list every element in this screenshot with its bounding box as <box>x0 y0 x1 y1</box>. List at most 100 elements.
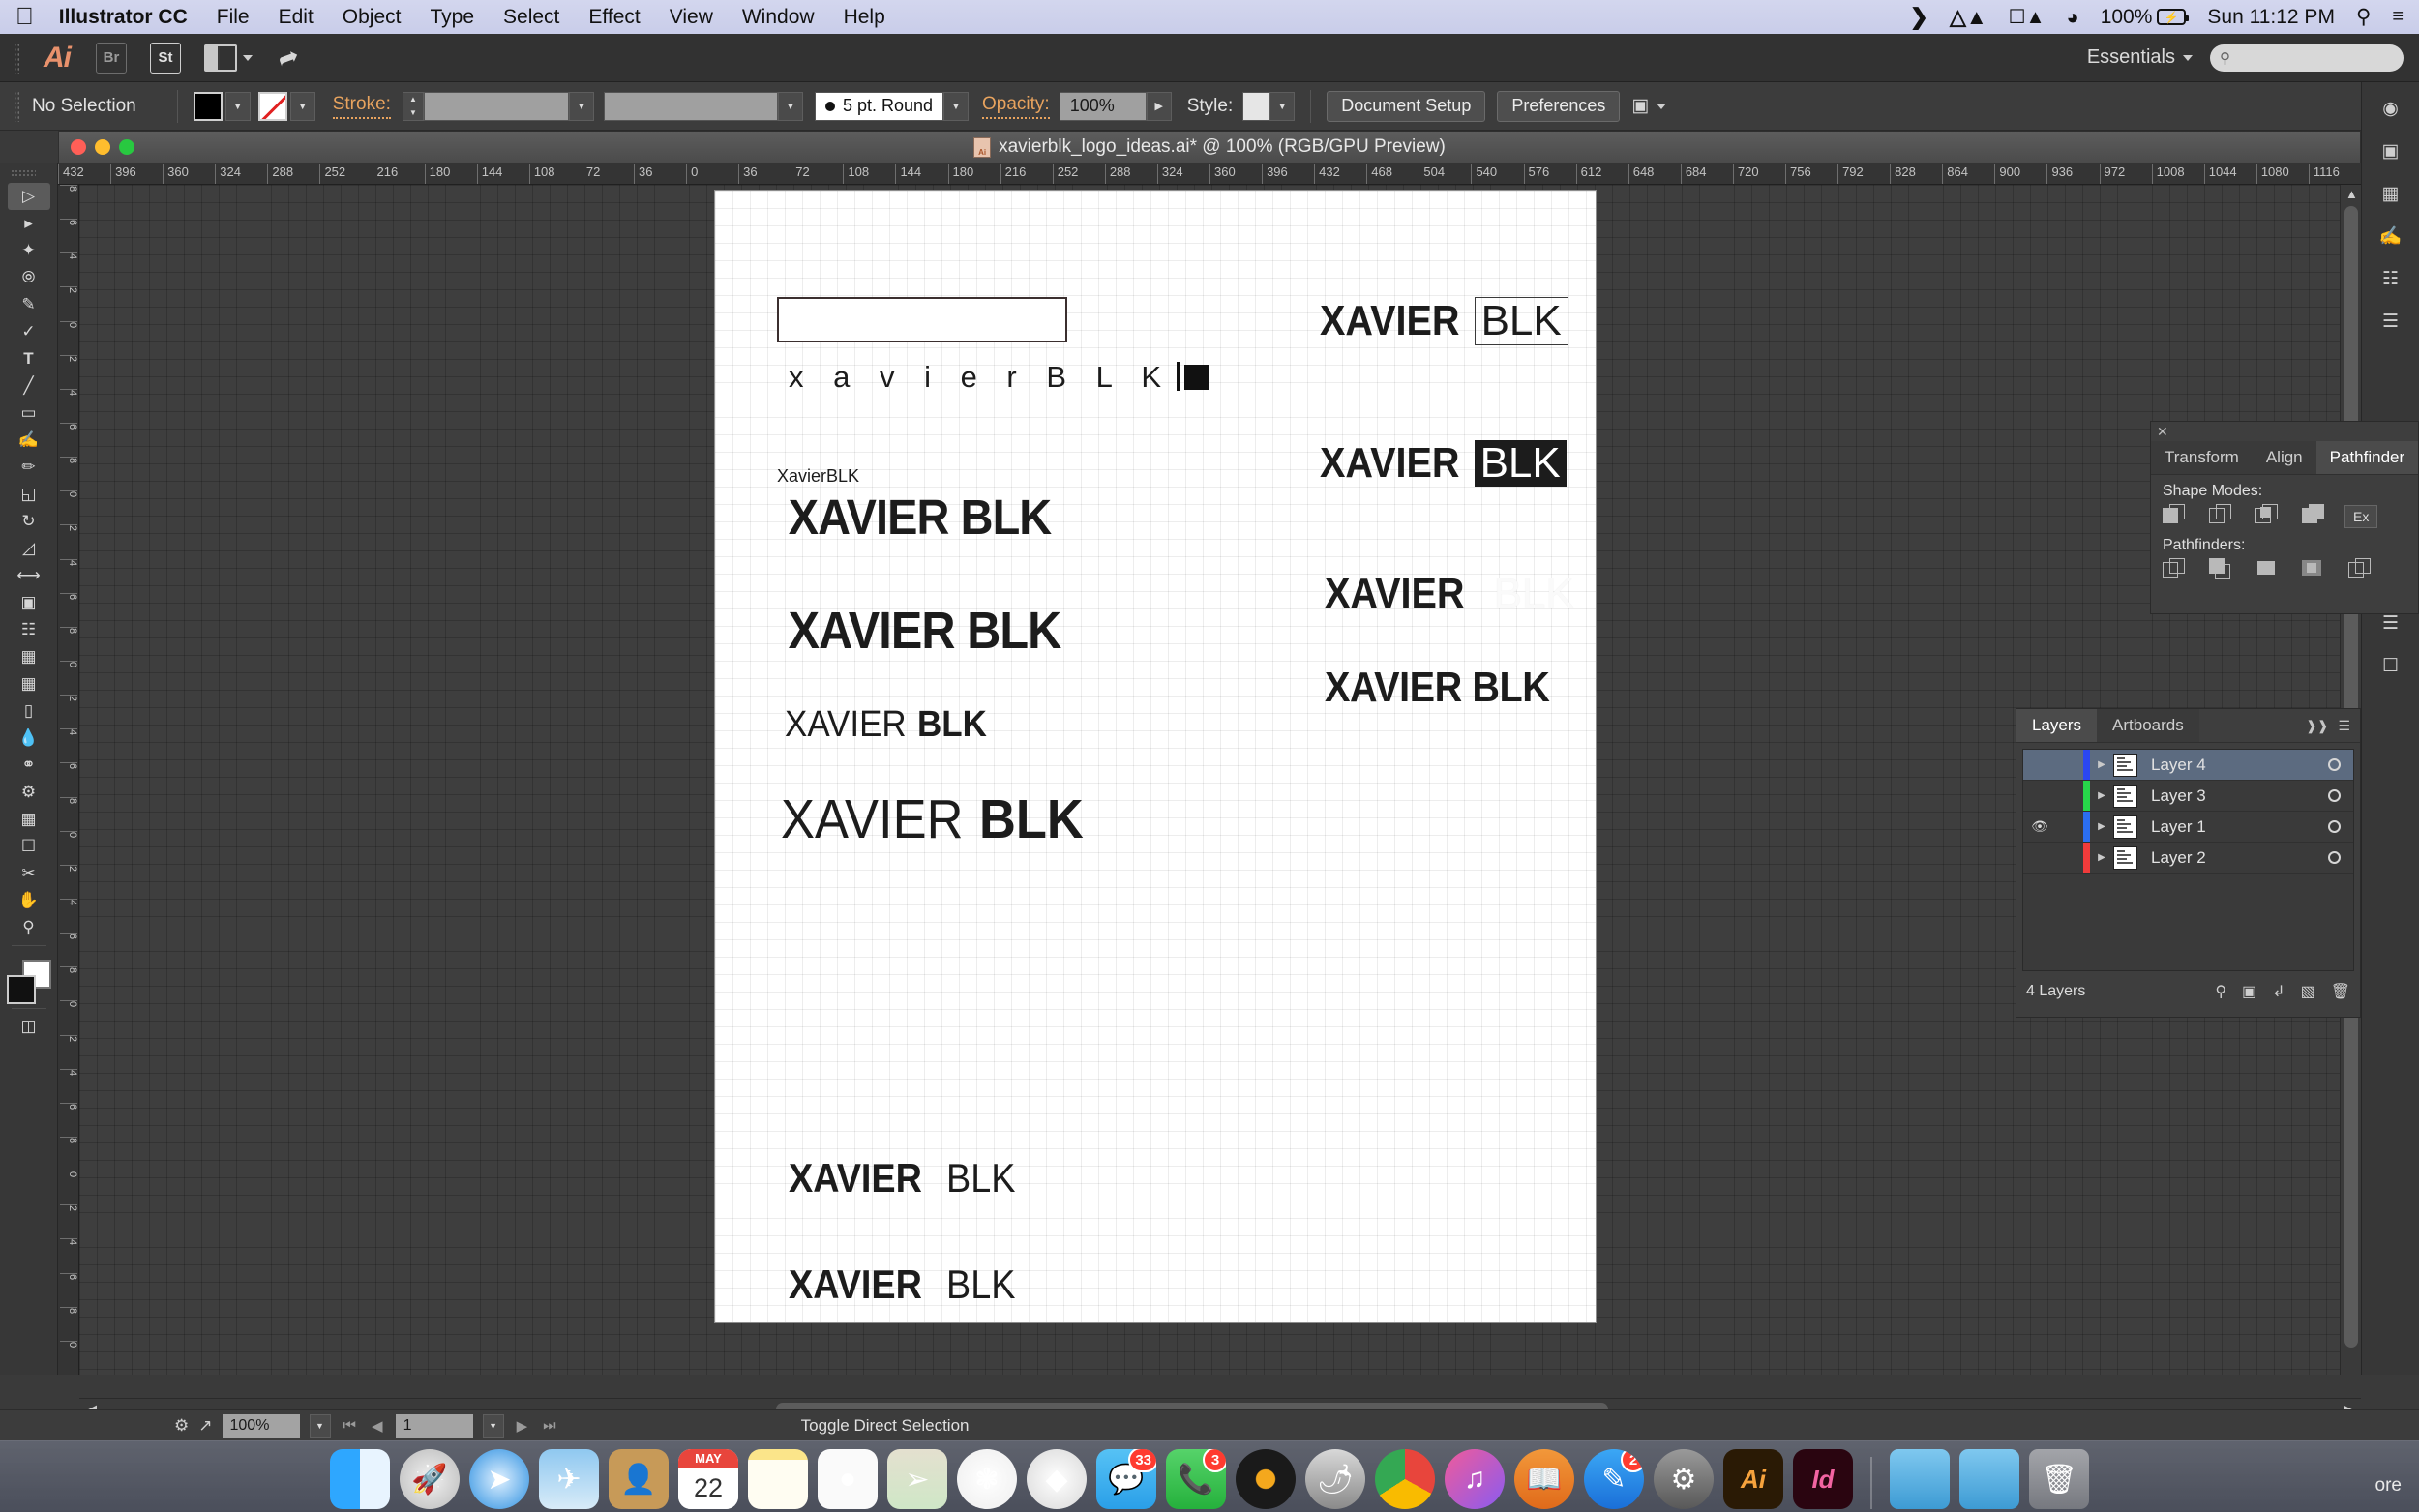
dock-item-system-preferences[interactable]: ⚙ <box>1654 1449 1714 1509</box>
fill-swatch[interactable] <box>193 91 223 121</box>
column-graph-tool[interactable]: ▦ <box>8 806 50 833</box>
symbol-sprayer-tool[interactable]: ⚙ <box>8 779 50 806</box>
logo-light-xavier-bold-blk-large[interactable]: XAVIER BLK <box>781 792 1092 847</box>
adobe-stock-button[interactable]: St <box>150 42 181 74</box>
logo-bold-xavier-light-blk-1[interactable]: XAVIER BLK <box>789 1158 1024 1199</box>
logo-xavier-white-blk[interactable]: XAVIER BLK <box>1325 573 1574 615</box>
rectangle-tool[interactable]: ▭ <box>8 400 50 427</box>
dock-item-illustrator[interactable]: Ai <box>1723 1449 1783 1509</box>
hand-tool[interactable]: ✋ <box>8 887 50 914</box>
expand-button[interactable]: Ex <box>2344 505 2378 528</box>
wifi-icon[interactable]: ◕ <box>2066 5 2078 30</box>
divide-button[interactable] <box>2163 558 2192 583</box>
status-text[interactable]: Toggle Direct Selection <box>801 1416 970 1436</box>
tab-layers[interactable]: Layers <box>2016 709 2098 742</box>
fill-indicator[interactable] <box>6 975 36 1004</box>
dock-item-trash[interactable]: 🗑 <box>2029 1449 2089 1509</box>
paintbrush-tool[interactable]: ✍ <box>8 427 50 454</box>
eyedropper-tool[interactable]: 💧 <box>8 725 50 752</box>
dock-item-mail[interactable]: ✈ <box>539 1449 599 1509</box>
artboard[interactable]: x a v i e r B L K XavierBLK XAVIER BLK X… <box>715 191 1596 1322</box>
direct-selection-tool[interactable]: ▸ <box>8 210 50 237</box>
layer-visibility-icon[interactable]: 👁 <box>2023 818 2056 835</box>
free-transform-tool[interactable]: ▣ <box>8 589 50 616</box>
stroke-panel-icon[interactable]: ☰ <box>2370 303 2412 340</box>
logo-empty-rectangle[interactable] <box>777 297 1067 342</box>
layer-row[interactable]: ▶ Layer 2 <box>2023 843 2353 874</box>
create-sublayer-icon[interactable]: ↲ <box>2272 982 2285 1001</box>
dock-item-itunes[interactable]: ♫ <box>1445 1449 1505 1509</box>
dock-item-indesign[interactable]: Id <box>1793 1449 1853 1509</box>
layer-name[interactable]: Layer 1 <box>2137 817 2314 837</box>
last-artboard-button[interactable]: ⏭ <box>540 1417 559 1434</box>
dock-item-maps[interactable]: ➢ <box>887 1449 947 1509</box>
document-setup-button[interactable]: Document Setup <box>1327 90 1486 122</box>
logo-xavier-inverted-blk[interactable]: XAVIER BLK <box>1320 440 1567 487</box>
notification-center-icon[interactable]: ≡ <box>2392 6 2404 28</box>
zoom-tool[interactable]: ⚲ <box>8 914 50 941</box>
pen-tool[interactable]: ✎ <box>8 291 50 318</box>
menu-item-effect[interactable]: Effect <box>588 6 640 29</box>
make-clipping-mask-icon[interactable]: ▣ <box>2242 982 2256 1001</box>
logo-small-label[interactable]: XavierBLK <box>777 467 859 485</box>
shape-builder-tool[interactable]: ☷ <box>8 616 50 643</box>
menu-item-help[interactable]: Help <box>844 6 885 29</box>
exclude-button[interactable] <box>2302 504 2331 529</box>
brush-definition-dropdown[interactable]: ▼ <box>943 91 970 121</box>
menu-item-view[interactable]: View <box>670 6 713 29</box>
line-segment-tool[interactable]: ╱ <box>8 372 50 400</box>
layer-target-circle[interactable] <box>2314 851 2353 864</box>
opacity-label[interactable]: Opacity: <box>982 94 1050 119</box>
dock-item-app-store[interactable]: ✎ 2 <box>1584 1449 1644 1509</box>
stroke-dropdown-arrow[interactable]: ▼ <box>289 91 315 121</box>
merge-button[interactable] <box>2255 558 2285 583</box>
lasso-tool[interactable]: ⦾ <box>8 264 50 291</box>
apple-menu-icon[interactable]:  <box>15 5 34 29</box>
layer-target-circle[interactable] <box>2314 789 2353 802</box>
dock-item-safari[interactable]: ➤ <box>469 1449 529 1509</box>
menu-item-window[interactable]: Window <box>742 6 815 29</box>
logo-bold-xavier-light-blk-2[interactable]: XAVIER BLK <box>789 1264 1024 1305</box>
battery-status[interactable]: 100% ⚡ <box>2101 6 2190 29</box>
layer-row[interactable]: ▶ Layer 3 <box>2023 781 2353 812</box>
layer-name[interactable]: Layer 2 <box>2137 848 2314 868</box>
previous-artboard-button[interactable]: ◀ <box>369 1417 386 1435</box>
dock-item-reminders[interactable]: ● <box>818 1449 878 1509</box>
menu-item-file[interactable]: File <box>217 6 250 29</box>
layer-expand-triangle[interactable]: ▶ <box>2090 790 2113 801</box>
logo-xavier-blk-plain[interactable]: XAVIER BLK <box>1325 667 1550 709</box>
toolbar-drag-grip[interactable] <box>10 169 36 177</box>
vertical-ruler[interactable]: 8 6 4 2 0 2 4 6 8 0 2 4 6 8 0 2 4 6 8 0 2 4 6 8 0 2 4 6 8 0 2 4 6 8 0 <box>58 185 79 1375</box>
menu-app-name[interactable]: Illustrator CC <box>59 6 188 29</box>
menu-item-edit[interactable]: Edit <box>279 6 314 29</box>
fill-color-control[interactable]: ▼ <box>193 91 251 121</box>
zoom-level-field[interactable]: 100% <box>222 1413 300 1438</box>
unite-button[interactable] <box>2163 504 2192 529</box>
stroke-weight-dropdown[interactable]: ▼ <box>568 91 594 121</box>
dock-item-launchpad[interactable]: 🚀 <box>400 1449 460 1509</box>
close-icon[interactable]: ✕ <box>2157 424 2168 440</box>
add-anchor-tool[interactable]: ✓ <box>8 318 50 345</box>
menu-item-select[interactable]: Select <box>503 6 559 29</box>
tab-artboards[interactable]: Artboards <box>2097 709 2199 742</box>
pathfinder-panel[interactable]: ✕ Transform Align Pathfinder Shape Modes… <box>2150 421 2419 614</box>
delete-layer-icon[interactable]: 🗑 <box>2331 982 2350 1001</box>
gradient-tool[interactable]: ▯ <box>8 697 50 725</box>
appbar-drag-grip[interactable] <box>14 42 20 74</box>
bridge-button[interactable]: Br <box>96 42 127 74</box>
symbols-panel-icon[interactable]: ☷ <box>2370 260 2412 297</box>
graphic-style-dropdown[interactable]: ▼ <box>1269 91 1296 121</box>
artboard-tool[interactable]: ☐ <box>8 833 50 860</box>
rocket-icon[interactable]: ➦ <box>273 40 303 75</box>
slice-tool[interactable]: ✂ <box>8 860 50 887</box>
airplay-icon[interactable]: ☐▲ <box>2009 5 2046 29</box>
crop-button[interactable] <box>2302 558 2331 583</box>
artboard-number-dropdown[interactable]: ▼ <box>482 1413 504 1438</box>
logo-xavier-boxed-blk[interactable]: XAVIER BLK <box>1320 297 1568 345</box>
artboards-panel-icon[interactable]: ☐ <box>2370 647 2412 684</box>
arrange-documents-button[interactable] <box>204 44 253 72</box>
layer-expand-triangle[interactable]: ▶ <box>2090 821 2113 832</box>
dock-item-finder[interactable] <box>330 1449 390 1509</box>
tab-transform[interactable]: Transform <box>2151 441 2253 474</box>
dock-item-sims[interactable]: ◆ <box>1027 1449 1087 1509</box>
